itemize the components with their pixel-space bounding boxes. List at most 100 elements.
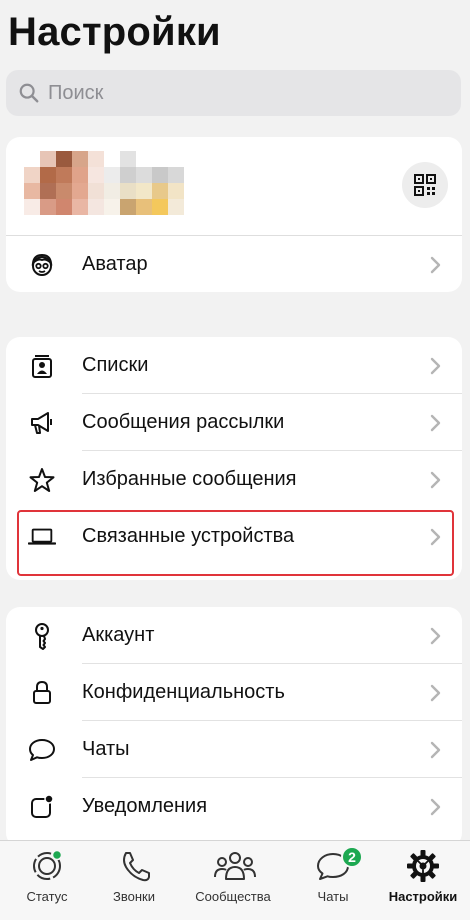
chevron-right-icon [430,414,441,431]
avatar-pixel [168,183,184,199]
avatar-pixel [40,167,56,183]
avatar-pixel [24,167,40,183]
avatar-pixel [168,151,184,167]
avatar-pixel [104,167,120,183]
avatar-pixel [104,199,120,215]
notifications-label: Уведомления [82,795,208,817]
chats-row[interactable]: Чаты [6,721,462,778]
lists-row[interactable]: Списки [6,337,462,394]
avatar-pixel [40,199,56,215]
search-input[interactable] [48,81,428,105]
avatar-pixel [184,151,200,167]
avatar-pixel [24,183,40,199]
avatar-row[interactable]: Аватар [6,236,462,292]
avatar-pixel [72,151,88,167]
avatar-pixel [136,199,152,215]
chat-bubble-icon [28,736,56,764]
chats-label: Чаты [82,738,130,760]
communities-icon [213,849,256,883]
search-icon [19,83,39,103]
avatar-pixel [120,151,136,167]
avatar-pixel [104,183,120,199]
avatar-pixel [72,199,88,215]
avatar-pixel [88,183,104,199]
tab-settings[interactable]: Настройки [376,849,470,904]
avatar-pixel [72,167,88,183]
starred-row[interactable]: Избранные сообщения [6,451,462,508]
highlight-box [17,510,454,576]
chevron-right-icon [430,684,441,701]
privacy-label: Конфиденциальность [82,681,285,703]
avatar-pixel [56,151,72,167]
chevron-right-icon [430,798,441,815]
chevron-right-icon [430,471,441,488]
avatar-pixel [184,199,200,215]
phone-icon [114,849,154,883]
avatar-pixel [168,167,184,183]
lists-label: Списки [82,354,149,376]
avatar-pixel [152,167,168,183]
avatar-pixel [184,167,200,183]
avatar-pixel [136,151,152,167]
avatar-row-label: Аватар [82,253,148,275]
account-card: Аккаунт Конфиденциальность Чаты Уведомле… [6,607,462,847]
avatar-pixel [184,183,200,199]
tab-communities[interactable]: Сообщества [186,849,280,904]
star-icon [28,466,56,494]
avatar-pixel [56,199,72,215]
avatar-pixel [24,199,40,215]
page-title: Настройки [8,10,221,54]
avatar-pixel [152,183,168,199]
avatar-pixel [120,167,136,183]
privacy-row[interactable]: Конфиденциальность [6,664,462,721]
account-label: Аккаунт [82,624,155,646]
tab-chats[interactable]: 2 Чаты [286,846,380,904]
broadcast-row[interactable]: Сообщения рассылки [6,394,462,451]
avatar-face-icon [28,251,56,279]
avatar-pixel [72,183,88,199]
chevron-right-icon [430,741,441,758]
tab-status[interactable]: Статус [0,849,94,904]
avatar-pixel [88,151,104,167]
account-row[interactable]: Аккаунт [6,607,462,664]
tab-calls[interactable]: Звонки [87,849,181,904]
avatar-pixel [40,151,56,167]
broadcast-label: Сообщения рассылки [82,411,285,433]
tab-status-label: Статус [26,889,68,904]
notification-icon [28,793,56,821]
avatar-pixel [56,183,72,199]
chats-icon: 2 [313,846,363,883]
tab-communities-label: Сообщества [195,889,271,904]
notifications-row[interactable]: Уведомления [6,778,462,835]
chevron-right-icon [430,627,441,644]
lock-icon [28,679,56,707]
avatar-pixel [120,183,136,199]
avatar[interactable] [24,151,200,215]
avatar-pixel [88,167,104,183]
avatar-pixel [168,199,184,215]
tab-chats-label: Чаты [317,889,349,904]
starred-label: Избранные сообщения [82,468,297,490]
avatar-pixel [40,183,56,199]
tab-bar: Статус Звонки Сообщества 2 Чаты Настройк… [0,840,470,920]
avatar-pixel [136,167,152,183]
status-icon [27,849,67,883]
chevron-right-icon [430,357,441,374]
settings-icon [403,849,443,883]
avatar-pixel [88,199,104,215]
unread-badge: 2 [341,846,363,868]
tab-settings-label: Настройки [388,889,458,904]
profile-card: Аватар [6,137,462,292]
search-bar[interactable] [6,70,461,116]
avatar-pixel [24,151,40,167]
megaphone-icon [28,409,56,437]
avatar-pixel [104,151,120,167]
profile-header[interactable] [6,137,462,235]
avatar-pixel [152,151,168,167]
qr-code-button[interactable] [402,162,448,208]
avatar-pixel [120,199,136,215]
lists-icon [28,352,56,380]
chevron-right-icon [430,256,441,273]
key-icon [28,622,56,650]
tab-calls-label: Звонки [113,889,155,904]
